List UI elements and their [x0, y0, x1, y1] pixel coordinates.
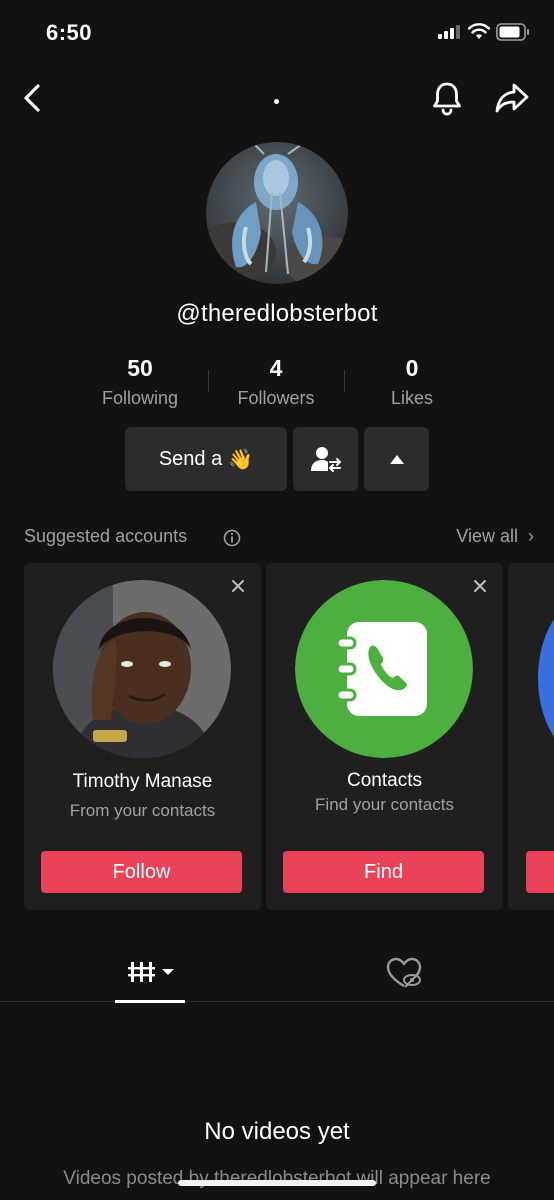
heart-hidden-icon[interactable]	[384, 956, 424, 992]
stat-likes[interactable]: 0 Likes	[344, 352, 480, 412]
chevron-left-icon[interactable]	[18, 82, 48, 114]
contacts-avatar[interactable]	[295, 580, 473, 758]
cellular-signal-icon	[438, 25, 460, 39]
follow-button[interactable]: Follow	[41, 851, 242, 893]
suggested-accounts-title: Suggested accounts	[24, 526, 188, 546]
tab-videos[interactable]	[115, 948, 185, 1003]
info-icon[interactable]	[223, 529, 241, 547]
status-time: 6:50	[46, 20, 93, 45]
find-button[interactable]: Find	[283, 851, 484, 893]
lobster-avatar-image	[206, 142, 348, 284]
profile-actions: Send a 👋	[125, 427, 429, 491]
caret-up-icon	[389, 454, 404, 464]
stat-value: 50	[127, 355, 153, 381]
suggested-card[interactable]: Contacts Find your contacts Find	[266, 563, 503, 910]
switch-account-button[interactable]	[293, 427, 358, 491]
wifi-icon	[468, 23, 490, 39]
profile-dot	[274, 99, 279, 104]
wave-emoji: 👋	[228, 448, 254, 471]
suggested-accounts-header: Suggested accounts View all ›	[24, 526, 534, 552]
stat-label: Following	[101, 388, 179, 408]
empty-state-subtitle: Videos posted by theredlobsterbot will a…	[63, 1168, 491, 1189]
person-avatar-image	[53, 580, 231, 758]
user-swap-icon	[310, 447, 341, 472]
suggested-avatar	[538, 598, 554, 758]
bell-icon[interactable]	[430, 80, 464, 116]
view-all-label: View all	[456, 526, 518, 546]
profile-username: @theredlobsterbot	[176, 300, 378, 327]
collapse-suggestions-button[interactable]	[364, 427, 429, 491]
stat-label: Followers	[237, 388, 315, 408]
suggested-name: Timothy Manase	[72, 771, 213, 792]
chevron-right-icon: ›	[523, 526, 534, 546]
suggested-button[interactable]	[526, 851, 554, 893]
suggested-subtitle: From your contacts	[69, 801, 216, 820]
status-bar: 6:50	[0, 0, 554, 64]
stat-value: 4	[269, 355, 283, 381]
send-wave-button[interactable]: Send a 👋	[125, 427, 287, 491]
share-icon[interactable]	[494, 80, 530, 116]
battery-icon	[496, 23, 529, 41]
suggested-card[interactable]: Timothy Manase From your contacts Follow	[24, 563, 261, 910]
grid-icon	[128, 962, 174, 982]
empty-state-title: No videos yet	[204, 1118, 350, 1145]
send-wave-label: Send a	[158, 447, 223, 470]
stat-followers[interactable]: 4 Followers	[208, 352, 344, 412]
suggested-avatar[interactable]	[53, 580, 231, 758]
close-icon[interactable]	[471, 577, 489, 595]
profile-tabs	[0, 948, 554, 1003]
stat-label: Likes	[390, 388, 434, 408]
top-nav	[0, 70, 554, 126]
suggested-name: Contacts	[347, 770, 422, 791]
suggested-subtitle: Find your contacts	[315, 795, 454, 814]
stat-following[interactable]: 50 Following	[72, 352, 208, 412]
active-tab-indicator	[115, 1000, 185, 1003]
profile-stats: 50 Following 4 Followers 0 Likes	[72, 352, 482, 412]
contacts-book-icon	[295, 580, 473, 758]
suggested-card[interactable]	[508, 563, 554, 910]
profile-avatar[interactable]	[206, 142, 348, 284]
close-icon[interactable]	[229, 577, 247, 595]
home-indicator	[178, 1180, 376, 1186]
stat-value: 0	[405, 355, 419, 381]
view-all-link[interactable]: View all ›	[456, 526, 534, 547]
